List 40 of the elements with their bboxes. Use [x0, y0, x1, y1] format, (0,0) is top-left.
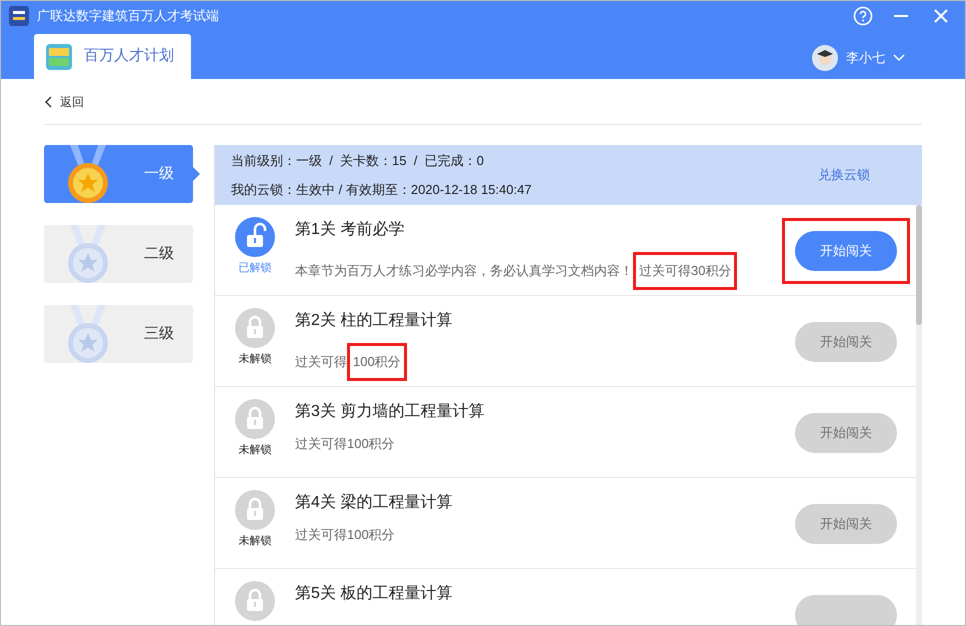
level-tab[interactable]: 二级 — [44, 225, 193, 283]
window-title: 广联达数字建筑百万人才考试端 — [37, 7, 219, 26]
close-icon[interactable] — [933, 8, 949, 24]
cloud-lock-summary: 我的云锁：生效中 / 有效期至：2020-12-18 15:40:47 — [231, 180, 532, 198]
reward-points: 100积分 — [347, 343, 407, 380]
padlock-icon — [235, 399, 275, 439]
unlocked-padlock-icon — [235, 217, 275, 257]
stage-title: 第3关 剪力墙的工程量计算 — [295, 402, 486, 422]
start-stage-button[interactable]: 开始闯关 — [795, 231, 897, 271]
plan-tab[interactable]: 百万人才计划 — [34, 34, 191, 79]
back-link[interactable]: 返回 — [44, 92, 84, 110]
stage-title: 第2关 柱的工程量计算 — [295, 310, 454, 331]
help-icon[interactable] — [853, 6, 873, 26]
level-tab[interactable]: 一级 — [44, 145, 193, 203]
padlock-icon — [235, 490, 275, 530]
lock-status: 未解锁 — [238, 534, 272, 549]
stage-description: 本章节为百万人才练习必学内容，务必认真学习文档内容！ — [295, 262, 633, 280]
stage-title: 第1关 考前必学 — [295, 220, 406, 240]
avatar-icon — [812, 45, 838, 71]
padlock-icon — [235, 308, 275, 348]
scrollbar[interactable] — [916, 205, 922, 625]
reward-points: 过关可得 — [295, 353, 347, 371]
padlock-icon — [235, 581, 275, 621]
level-tab[interactable]: 三级 — [44, 305, 193, 363]
lock-status: 已解锁 — [238, 261, 272, 276]
reward-points: 过关可得100积分 — [295, 435, 395, 453]
chevron-left-icon — [44, 96, 52, 108]
chevron-down-icon — [893, 54, 905, 62]
stage-title: 第5关 板的工程量计算 — [295, 584, 454, 604]
pointer-arrow — [193, 167, 200, 181]
lock-status: 未解锁 — [238, 352, 272, 367]
user-menu[interactable]: 李小七 — [812, 45, 905, 71]
stage-title: 第4关 梁的工程量计算 — [295, 492, 454, 513]
reward-points: 过关可得100积分 — [295, 526, 395, 544]
app-logo-icon — [9, 6, 29, 26]
reward-points: 过关可得30积分 — [633, 252, 738, 290]
lock-status: 未解锁 — [238, 443, 272, 458]
redeem-cloud-lock-link[interactable]: 兑换云锁 — [818, 165, 870, 185]
level-summary: 当前级别：一级 / 关卡数：15 / 已完成：0 — [231, 152, 485, 170]
logo-icon — [46, 44, 72, 70]
